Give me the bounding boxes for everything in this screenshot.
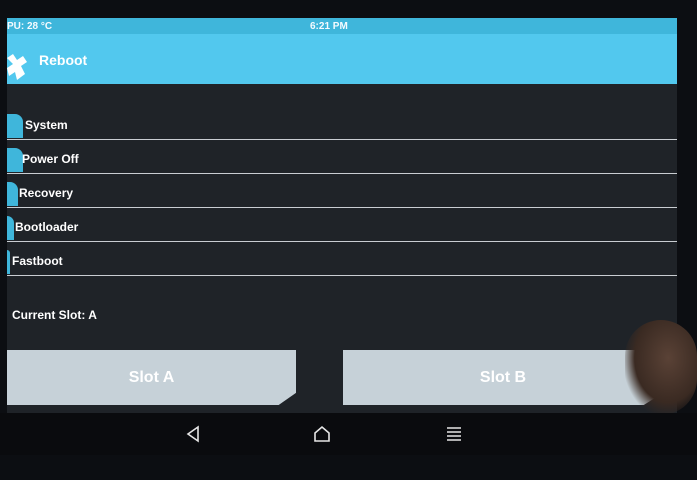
menu-item-power-off[interactable]: Power Off	[7, 140, 677, 174]
menu-item-bootloader[interactable]: Bootloader	[7, 208, 677, 242]
menu-item-label: System	[25, 118, 68, 132]
home-icon[interactable]	[310, 422, 334, 446]
current-slot-text: Current Slot: A	[12, 308, 97, 322]
menu-item-fastboot[interactable]: Fastboot	[7, 242, 677, 276]
menu-item-label: Power Off	[22, 152, 79, 166]
status-bar: PU: 28 °C 6:21 PM	[7, 18, 677, 34]
navigation-bar	[0, 413, 697, 455]
menu-tab-icon	[7, 250, 10, 274]
finger-shadow	[625, 320, 697, 415]
menu-tab-icon	[7, 148, 23, 172]
menu-tab-icon	[7, 216, 14, 240]
twrp-screen: PU: 28 °C 6:21 PM Reboot System Power Of…	[7, 18, 677, 413]
header-bar: Reboot	[7, 34, 677, 84]
menu-item-recovery[interactable]: Recovery	[7, 174, 677, 208]
slot-b-button[interactable]: Slot B	[343, 350, 663, 405]
back-triangle-icon[interactable]	[181, 422, 205, 446]
page-title: Reboot	[39, 52, 88, 68]
menu-item-system[interactable]: System	[7, 106, 677, 140]
slot-a-button[interactable]: Slot A	[7, 350, 296, 405]
clock: 6:21 PM	[310, 21, 348, 32]
menu-tab-icon	[7, 114, 23, 138]
reboot-menu: System Power Off Recovery Bootloader Fas…	[7, 106, 677, 276]
menu-icon[interactable]	[442, 422, 466, 446]
menu-item-label: Bootloader	[15, 220, 79, 234]
cpu-temperature: PU: 28 °C	[7, 21, 53, 32]
menu-tab-icon	[7, 182, 18, 206]
twrp-logo-icon[interactable]	[7, 52, 31, 82]
menu-item-label: Fastboot	[12, 254, 63, 268]
menu-item-label: Recovery	[19, 186, 74, 200]
